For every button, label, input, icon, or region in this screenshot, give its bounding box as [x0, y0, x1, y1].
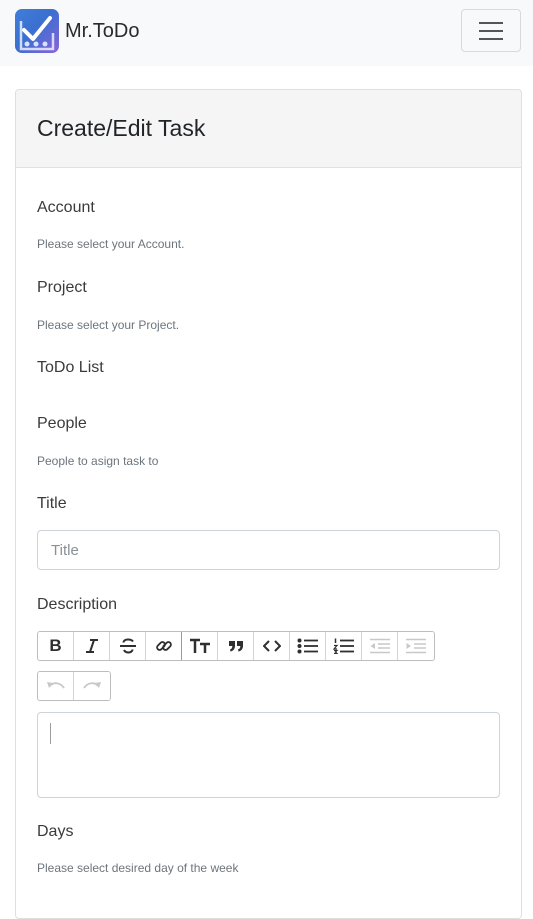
- text-caret: [50, 723, 51, 744]
- title-field: [37, 530, 500, 570]
- decrease-indent-icon: [369, 638, 390, 654]
- todo-list-label: ToDo List: [37, 359, 104, 376]
- code-icon: [262, 640, 281, 652]
- title-label: Title: [37, 495, 67, 512]
- brand[interactable]: Mr.ToDo: [15, 9, 139, 53]
- project-label: Project: [37, 279, 87, 296]
- days-help-text: Please select desired day of the week: [37, 861, 239, 875]
- italic-icon: [85, 639, 98, 653]
- hamburger-menu-button[interactable]: [461, 9, 521, 52]
- project-help-text: Please select your Project.: [37, 318, 180, 332]
- link-icon: [155, 641, 172, 651]
- increase-indent-button[interactable]: [398, 632, 434, 660]
- bold-button[interactable]: B: [38, 632, 74, 660]
- card-header: Create/Edit Task: [16, 90, 521, 168]
- bullet-list-icon: [297, 638, 318, 654]
- strikethrough-button[interactable]: [110, 632, 146, 660]
- italic-button[interactable]: [74, 632, 110, 660]
- days-label: Days: [37, 823, 74, 840]
- bold-icon: B: [49, 636, 62, 655]
- heading-icon: [189, 638, 210, 653]
- people-help-text: People to asign task to: [37, 454, 159, 468]
- number-list-button[interactable]: [326, 632, 362, 660]
- editor-history-toolbar: [37, 671, 111, 701]
- undo-button[interactable]: [38, 672, 74, 700]
- quote-button[interactable]: [218, 632, 254, 660]
- redo-icon: [83, 682, 101, 689]
- redo-button[interactable]: [74, 672, 110, 700]
- bullet-list-button[interactable]: [290, 632, 326, 660]
- undo-icon: [46, 682, 65, 689]
- strikethrough-icon: [119, 638, 136, 654]
- navbar: Mr.ToDo: [0, 0, 533, 66]
- account-label: Account: [37, 199, 95, 216]
- task-form-card: Create/Edit Task Account Please select y…: [15, 89, 522, 919]
- hamburger-icon: [479, 21, 503, 40]
- description-label: Description: [37, 596, 118, 613]
- number-list-icon: [332, 638, 354, 654]
- description-editor[interactable]: [37, 712, 500, 798]
- heading-button[interactable]: [182, 632, 218, 660]
- link-button[interactable]: [146, 632, 182, 660]
- page-title: Create/Edit Task: [37, 115, 206, 141]
- brand-name: Mr.ToDo: [65, 19, 140, 42]
- decrease-indent-button[interactable]: [362, 632, 398, 660]
- code-button[interactable]: [254, 632, 290, 660]
- people-label: People: [37, 415, 87, 432]
- app-logo-icon: [15, 9, 59, 53]
- title-input[interactable]: [38, 531, 499, 569]
- account-help-text: Please select your Account.: [37, 237, 185, 251]
- quote-icon: [228, 641, 243, 652]
- increase-indent-icon: [406, 638, 426, 654]
- editor-toolbar: B: [37, 631, 435, 661]
